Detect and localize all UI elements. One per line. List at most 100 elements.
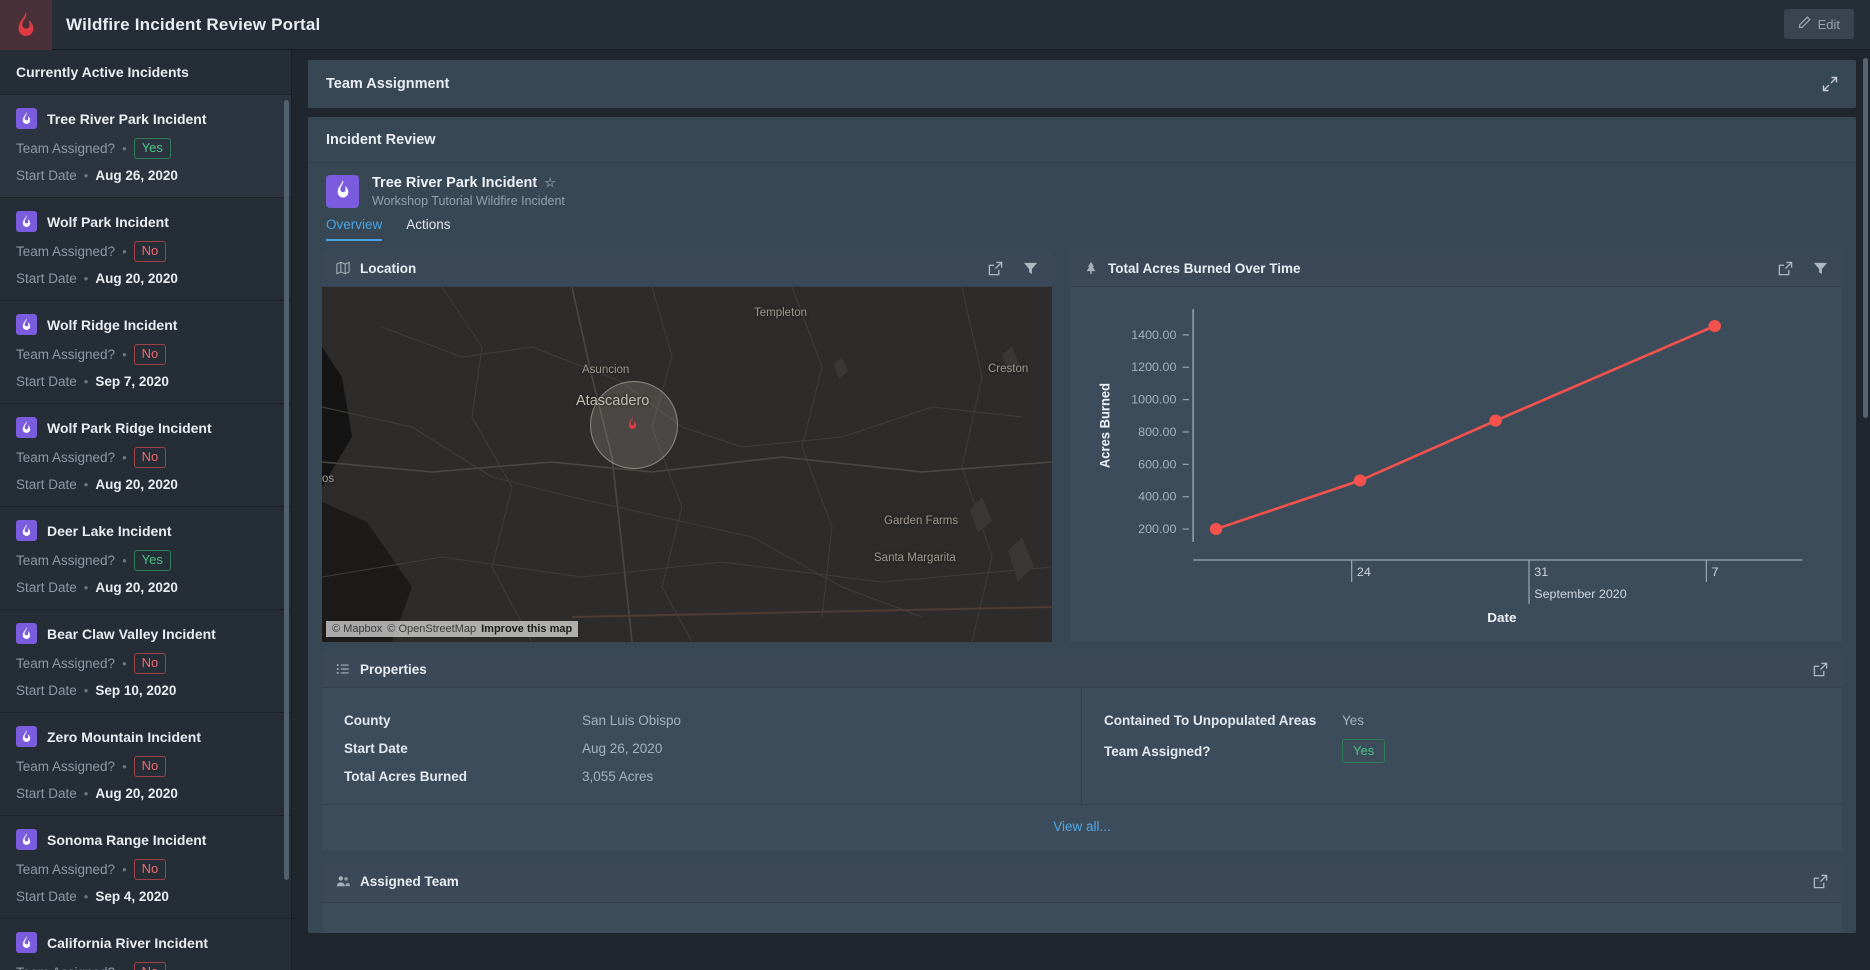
map-place-label: os — [322, 473, 335, 485]
app-title: Wildfire Incident Review Portal — [66, 14, 321, 34]
map-canvas[interactable]: Templeton Asuncion Creston Atascadero Garden… — [322, 287, 1052, 642]
start-date-value: Aug 20, 2020 — [95, 271, 178, 286]
incident-list[interactable]: Tree River Park Incident Team Assigned? … — [0, 95, 291, 970]
incident-name: Tree River Park Incident — [47, 110, 207, 127]
property-row: Contained To Unpopulated Areas Yes — [1082, 706, 1842, 734]
property-row: Team Assigned? Yes — [1082, 734, 1842, 768]
fire-marker-icon[interactable] — [627, 417, 638, 431]
svg-text:600.00: 600.00 — [1138, 458, 1176, 472]
sidebar-item-incident[interactable]: Wolf Park Ridge Incident Team Assigned? … — [0, 404, 291, 507]
svg-text:24: 24 — [1357, 565, 1371, 579]
incident-name: Wolf Park Ridge Incident — [47, 419, 212, 436]
property-row: County San Luis Obispo — [322, 706, 1081, 734]
properties-card-title: Properties — [360, 662, 427, 677]
team-assigned-badge: No — [133, 447, 167, 468]
app-header: Wildfire Incident Review Portal Edit — [0, 0, 1870, 50]
sidebar-item-incident[interactable]: Wolf Ridge Incident Team Assigned? • No … — [0, 301, 291, 404]
properties-card: Properties County San Luis Obispo Start … — [322, 652, 1842, 851]
property-row: Start Date Aug 26, 2020 — [322, 734, 1081, 762]
map-icon — [336, 261, 350, 276]
sidebar-item-incident[interactable]: California River Incident Team Assigned?… — [0, 919, 291, 970]
property-value: Yes — [1342, 712, 1365, 728]
team-assigned-label: Team Assigned? — [16, 244, 116, 259]
svg-text:800.00: 800.00 — [1138, 425, 1176, 439]
sidebar-item-incident[interactable]: Tree River Park Incident Team Assigned? … — [0, 95, 291, 198]
open-external-icon[interactable] — [1778, 261, 1793, 276]
main-scrollbar[interactable] — [1863, 58, 1868, 418]
start-date-value: Aug 20, 2020 — [95, 580, 178, 595]
start-date-label: Start Date — [16, 683, 77, 698]
team-assigned-label: Team Assigned? — [16, 553, 116, 568]
flame-icon — [16, 417, 37, 438]
incident-name: Wolf Park Incident — [47, 213, 169, 230]
svg-text:Acres Burned: Acres Burned — [1097, 383, 1112, 468]
edit-button[interactable]: Edit — [1783, 9, 1854, 39]
open-external-icon[interactable] — [988, 261, 1003, 276]
line-chart[interactable]: 200.00 400.00 600.00 800.00 1000.00 1200.00 14… — [1070, 287, 1842, 642]
property-value: San Luis Obispo — [582, 712, 682, 728]
sidebar-item-incident[interactable]: Wolf Park Incident Team Assigned? • No S… — [0, 198, 291, 301]
acres-burned-chart-card: Total Acres Burned Over Time 200.00 400.0… — [1070, 251, 1842, 642]
incident-name: Zero Mountain Incident — [47, 728, 201, 745]
star-outline-icon[interactable]: ☆ — [544, 175, 556, 191]
sidebar-item-incident[interactable]: Zero Mountain Incident Team Assigned? • … — [0, 713, 291, 816]
incident-name: California River Incident — [47, 934, 209, 951]
main-content: Team Assignment Incident Review Tree Riv — [292, 50, 1870, 970]
svg-text:200.00: 200.00 — [1138, 522, 1176, 536]
team-assigned-label: Team Assigned? — [16, 347, 116, 362]
svg-text:31: 31 — [1534, 565, 1548, 579]
team-assigned-badge: No — [133, 653, 167, 674]
team-assignment-panel: Team Assignment — [308, 60, 1856, 108]
expand-arrows-icon[interactable] — [1822, 76, 1838, 92]
team-assigned-label: Team Assigned? — [16, 965, 115, 970]
location-card: Location Templeton Asuncion Creston Atas… — [322, 251, 1052, 642]
map-attribution[interactable]: © Mapbox © OpenStreetMap Improve this ma… — [326, 621, 579, 637]
sidebar-item-incident[interactable]: Deer Lake Incident Team Assigned? • Yes … — [0, 507, 291, 610]
property-key: Start Date — [344, 740, 408, 756]
start-date-label: Start Date — [16, 889, 77, 904]
open-external-icon[interactable] — [1813, 662, 1828, 677]
incident-object-subtitle: Workshop Tutorial Wildfire Incident — [372, 194, 565, 208]
tab-strip[interactable]: Overview Actions — [308, 208, 1856, 241]
flame-icon — [16, 108, 37, 129]
list-icon — [336, 662, 350, 677]
app-logo — [0, 0, 52, 50]
mapbox-attribution: © Mapbox — [332, 623, 383, 635]
team-assigned-badge: No — [133, 344, 167, 365]
start-date-value: Sep 4, 2020 — [95, 889, 169, 904]
sidebar-scrollbar[interactable] — [284, 100, 289, 880]
flame-icon — [335, 179, 351, 204]
osm-attribution: © OpenStreetMap — [387, 623, 477, 635]
start-date-value: Aug 20, 2020 — [95, 477, 178, 492]
start-date-label: Start Date — [16, 786, 77, 801]
assigned-team-card: Assigned Team — [322, 861, 1842, 933]
property-key: County — [344, 712, 391, 728]
start-date-value: Aug 26, 2020 — [95, 168, 178, 183]
incident-name: Wolf Ridge Incident — [47, 316, 178, 333]
tab-actions[interactable]: Actions — [406, 217, 450, 241]
svg-text:1200.00: 1200.00 — [1131, 360, 1176, 374]
sidebar-item-incident[interactable]: Sonoma Range Incident Team Assigned? • N… — [0, 816, 291, 919]
filter-icon[interactable] — [1023, 261, 1038, 276]
property-key: Team Assigned? — [1104, 743, 1211, 759]
incident-name: Deer Lake Incident — [47, 522, 172, 539]
open-external-icon[interactable] — [1813, 874, 1828, 889]
view-all-link[interactable]: View all... — [1053, 819, 1111, 834]
sidebar-item-incident[interactable]: Bear Claw Valley Incident Team Assigned?… — [0, 610, 291, 713]
flame-icon — [16, 726, 37, 747]
start-date-value: Sep 10, 2020 — [95, 683, 177, 698]
team-assigned-label: Team Assigned? — [16, 141, 116, 156]
sidebar: Currently Active Incidents Tree River Pa… — [0, 50, 292, 970]
team-assigned-label: Team Assigned? — [16, 759, 116, 774]
property-key: Contained To Unpopulated Areas — [1104, 712, 1317, 728]
tab-overview[interactable]: Overview — [326, 217, 383, 241]
property-value: Aug 26, 2020 — [582, 740, 663, 756]
team-assigned-label: Team Assigned? — [16, 656, 116, 671]
map-place-label: Creston — [988, 363, 1029, 375]
improve-map-link[interactable]: Improve this map — [481, 623, 572, 635]
team-assignment-title: Team Assignment — [326, 76, 450, 92]
property-key: Total Acres Burned — [344, 768, 468, 784]
team-assigned-badge: No — [133, 756, 167, 777]
pencil-icon — [1798, 16, 1811, 32]
filter-icon[interactable] — [1813, 261, 1828, 276]
